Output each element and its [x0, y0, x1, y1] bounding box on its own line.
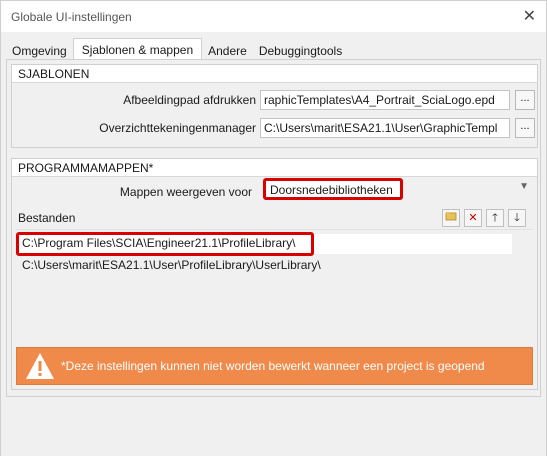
move-up-icon[interactable]: 🡑 — [486, 209, 504, 227]
section-header: SJABLONEN — [12, 65, 537, 83]
files-list[interactable]: C:\Program Files\SCIA\Engineer21.1\Profi… — [16, 229, 533, 341]
warning-banner: *Deze instellingen kunnen niet worden be… — [16, 347, 533, 385]
tab-andere[interactable]: Andere — [202, 40, 253, 60]
delete-icon[interactable]: ✕ — [464, 209, 482, 227]
show-folders-dropdown[interactable]: Doorsnedebibliotheken ▼ — [261, 177, 533, 201]
overview-manager-field[interactable]: C:\Users\marit\ESA21.1\User\GraphicTempl — [260, 118, 510, 138]
browse-overview-button[interactable]: ... — [515, 118, 535, 138]
list-item[interactable]: C:\Program Files\SCIA\Engineer21.1\Profi… — [16, 232, 512, 256]
title-bar: Globale UI-instellingen ✕ — [0, 0, 547, 32]
new-folder-icon[interactable] — [442, 209, 460, 227]
browse-print-path-button[interactable]: ... — [515, 90, 535, 110]
show-folders-value: Doorsnedebibliotheken — [263, 178, 403, 200]
list-item[interactable]: C:\Users\marit\ESA21.1\User\ProfileLibra… — [18, 256, 325, 276]
section-header: PROGRAMMAMAPPEN* — [12, 159, 537, 177]
tab-omgeving[interactable]: Omgeving — [6, 40, 73, 60]
window-title: Globale UI-instellingen — [11, 10, 132, 24]
highlight-frame — [16, 232, 314, 256]
tab-bar: Omgeving Sjablonen & mappen Andere Debug… — [6, 38, 348, 60]
tab-debuggingtools[interactable]: Debuggingtools — [253, 40, 348, 60]
warning-icon — [26, 353, 54, 379]
chevron-down-icon: ▼ — [519, 181, 529, 192]
tab-panel: SJABLONEN Afbeeldingpad afdrukken raphic… — [6, 59, 541, 397]
warning-text: *Deze instellingen kunnen niet worden be… — [61, 359, 485, 373]
move-down-icon[interactable]: 🡓 — [508, 209, 526, 227]
close-icon[interactable]: ✕ — [523, 6, 536, 26]
overview-manager-label: Overzichttekeningenmanager — [99, 121, 256, 135]
show-folders-label: Mappen weergeven voor — [119, 185, 252, 199]
files-label: Bestanden — [18, 211, 76, 225]
sjablonen-section: SJABLONEN Afbeeldingpad afdrukken raphic… — [11, 64, 538, 148]
print-path-label: Afbeeldingpad afdrukken — [123, 93, 256, 107]
tab-sjablonen-mappen[interactable]: Sjablonen & mappen — [72, 38, 203, 60]
programmamappen-section: PROGRAMMAMAPPEN* Mappen weergeven voor D… — [11, 158, 538, 390]
file-path: C:\Users\marit\ESA21.1\User\ProfileLibra… — [22, 258, 321, 272]
print-path-field[interactable]: raphicTemplates\A4_Portrait_SciaLogo.epd — [260, 90, 510, 110]
